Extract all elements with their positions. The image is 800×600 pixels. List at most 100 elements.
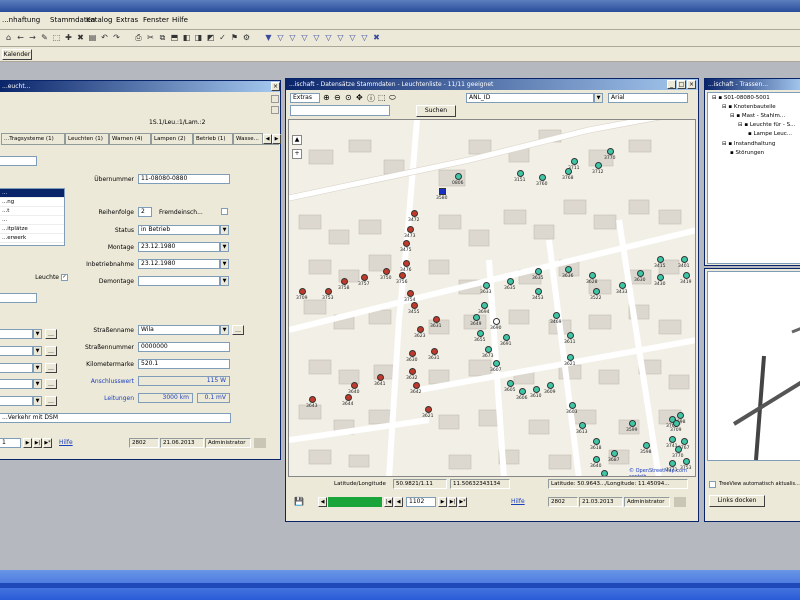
- strassenname-select[interactable]: Wila: [138, 325, 220, 335]
- prev-icon[interactable]: ◀: [318, 497, 327, 507]
- map-marker-teal[interactable]: [601, 470, 608, 476]
- save-icon[interactable]: 💾: [294, 497, 304, 506]
- tree-node[interactable]: ⊟ ▪ Instandhaltung: [722, 141, 775, 147]
- map-marker-teal[interactable]: [673, 420, 680, 427]
- delete-icon[interactable]: ✖: [76, 33, 85, 43]
- tree-node[interactable]: ⊟ ▪ Knotenbauteile: [722, 104, 776, 110]
- chevron-down-icon[interactable]: ▼: [594, 93, 603, 103]
- new-record-icon[interactable]: ▶*: [43, 438, 52, 448]
- more-button[interactable]: …: [45, 396, 57, 406]
- filter-icon[interactable]: ▽: [288, 33, 297, 43]
- map-marker-teal[interactable]: [669, 436, 676, 443]
- map-marker-teal[interactable]: [565, 266, 572, 273]
- strassennummer-field[interactable]: 0000000: [138, 342, 230, 352]
- status-select[interactable]: in Betrieb: [138, 225, 220, 235]
- resize-grip-icon[interactable]: [254, 438, 266, 448]
- menu-item-hilfe[interactable]: Hilfe: [172, 16, 188, 24]
- close-icon[interactable]: ×: [687, 80, 696, 89]
- minimize-icon[interactable]: _: [667, 80, 676, 89]
- filter-clear-icon[interactable]: ✖: [372, 33, 381, 43]
- pan-icon[interactable]: ✥: [356, 93, 363, 102]
- menu-item-katalog[interactable]: Katalog: [86, 16, 112, 24]
- filter-icon[interactable]: ▽: [300, 33, 309, 43]
- select-icon[interactable]: ⬚: [378, 93, 386, 102]
- map-marker-teal[interactable]: [681, 256, 688, 263]
- list-icon[interactable]: ▤: [88, 33, 97, 43]
- copy-icon[interactable]: ⧉: [158, 33, 167, 43]
- map-marker-red[interactable]: [403, 240, 410, 247]
- map-marker-teal[interactable]: [629, 420, 636, 427]
- filter-icon[interactable]: ▽: [360, 33, 369, 43]
- map-marker-teal[interactable]: [533, 386, 540, 393]
- map-marker-teal[interactable]: [473, 314, 480, 321]
- tab-warnen[interactable]: Warnen (4): [109, 133, 151, 144]
- filter-icon[interactable]: ▽: [348, 33, 357, 43]
- map-marker-teal[interactable]: [595, 162, 602, 169]
- font-select[interactable]: Arial: [608, 93, 688, 103]
- reihenfolge-field[interactable]: 2: [138, 207, 152, 217]
- panel-right-icon[interactable]: ◨: [194, 33, 203, 43]
- help-link[interactable]: Hilfe: [511, 498, 525, 505]
- map-marker-red[interactable]: [361, 274, 368, 281]
- back-icon[interactable]: ←: [16, 33, 25, 43]
- map-marker-teal[interactable]: [539, 174, 546, 181]
- left-select-4[interactable]: [0, 379, 33, 389]
- map-marker-red[interactable]: [407, 290, 414, 297]
- more-button[interactable]: …: [45, 379, 57, 389]
- map-search-input[interactable]: [290, 105, 390, 116]
- zoom-out-icon[interactable]: ⊖: [334, 93, 341, 102]
- map-marker-teal[interactable]: [507, 278, 514, 285]
- map-marker-red[interactable]: [411, 302, 418, 309]
- uebernummer-field[interactable]: 11-08080-0880: [138, 174, 230, 184]
- map-marker-teal[interactable]: [579, 422, 586, 429]
- new-record-icon[interactable]: ▶*: [458, 497, 467, 507]
- map-marker-red[interactable]: [407, 226, 414, 233]
- menu-item-extras[interactable]: Extras: [116, 16, 138, 24]
- map-marker-teal[interactable]: [593, 456, 600, 463]
- redo-icon[interactable]: ↷: [112, 33, 121, 43]
- map-marker-red[interactable]: [377, 374, 384, 381]
- map-marker-red[interactable]: [399, 272, 406, 279]
- tree-node[interactable]: ⊟ ▪ Mast - Stahlm...: [730, 113, 785, 119]
- left-field-1[interactable]: [0, 156, 37, 166]
- map-marker-teal[interactable]: [643, 442, 650, 449]
- filter-icon[interactable]: ▽: [324, 33, 333, 43]
- zoom-extent-icon[interactable]: ⊙: [345, 93, 352, 102]
- tab-scroll-left-icon[interactable]: ◀: [263, 134, 272, 144]
- left-select-1[interactable]: [0, 329, 33, 339]
- map-canvas[interactable]: 0806 3151 3760 3768 3711 3712 3770 3580 3472 3473…: [288, 119, 696, 477]
- more-button[interactable]: …: [45, 346, 57, 356]
- tab-wasser[interactable]: Wasse...: [233, 133, 263, 144]
- map-marker-red[interactable]: [351, 382, 358, 389]
- montage-field[interactable]: 23.12.1980: [138, 242, 220, 252]
- list-item[interactable]: ...: [0, 189, 64, 198]
- map-marker-teal[interactable]: [619, 282, 626, 289]
- map-marker-teal[interactable]: [493, 360, 500, 367]
- map-marker-red[interactable]: [325, 288, 332, 295]
- map-marker-red[interactable]: [409, 350, 416, 357]
- panel-left-icon[interactable]: ◧: [182, 33, 191, 43]
- panel-icon[interactable]: ◩: [206, 33, 215, 43]
- chevron-down-icon[interactable]: ▼: [220, 242, 229, 252]
- tab-betrieb[interactable]: Betrieb (1): [193, 133, 233, 144]
- menu-item-haftung[interactable]: ...nhaftung: [2, 16, 40, 24]
- pan-up-icon[interactable]: ▲: [292, 135, 302, 145]
- list-item[interactable]: ...erwerk: [0, 234, 64, 243]
- map-marker-teal[interactable]: [571, 158, 578, 165]
- check-icon[interactable]: ✓: [218, 33, 227, 43]
- map-marker-teal[interactable]: [567, 332, 574, 339]
- first-icon[interactable]: |◀: [384, 497, 393, 507]
- undo-icon[interactable]: ↶: [100, 33, 109, 43]
- map-marker-teal[interactable]: [569, 402, 576, 409]
- map-marker-teal[interactable]: [611, 450, 618, 457]
- map-marker-red[interactable]: [413, 382, 420, 389]
- leuchte-checkbox[interactable]: ✓: [61, 274, 68, 281]
- help-link[interactable]: Hilfe: [59, 439, 73, 446]
- add-icon[interactable]: ✚: [64, 33, 73, 43]
- map-marker-teal[interactable]: [503, 334, 510, 341]
- demontage-field[interactable]: [138, 276, 220, 286]
- filter-icon[interactable]: ▽: [312, 33, 321, 43]
- map-marker-red[interactable]: [431, 348, 438, 355]
- map-marker-teal[interactable]: [507, 380, 514, 387]
- list-item[interactable]: ...t: [0, 207, 64, 216]
